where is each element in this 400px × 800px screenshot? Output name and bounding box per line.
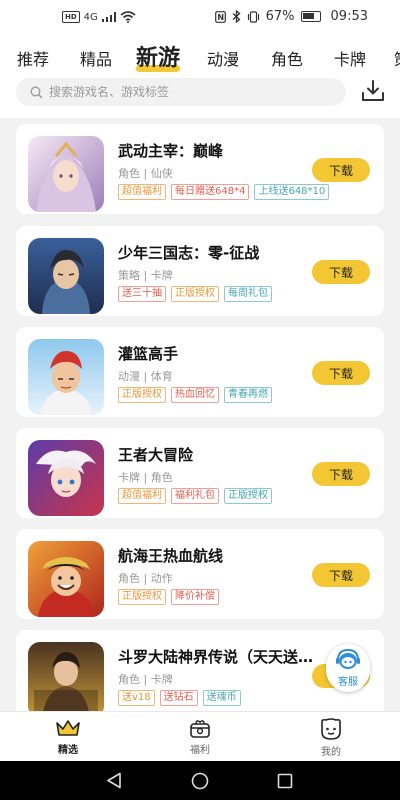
- game-tags: 送v18 送钻石 送魂币: [118, 690, 241, 706]
- game-tags: 送三十抽 正版授权 每周礼包: [118, 286, 272, 302]
- game-card[interactable]: 灌篮高手 动漫 | 体育 正版授权 热血回忆 青春再燃 下载: [16, 327, 384, 417]
- game-title: 斗罗大陆神界传说（天天送…: [118, 648, 314, 666]
- game-category: 角色 | 卡牌: [118, 673, 173, 686]
- game-tag: 送三十抽: [118, 286, 166, 302]
- bluetooth-icon: [232, 10, 241, 23]
- game-title: 航海王热血航线: [118, 547, 224, 565]
- customer-service-label: 客服: [338, 677, 358, 688]
- game-category: 卡牌 | 角色: [118, 471, 173, 484]
- game-thumbnail: [28, 541, 104, 617]
- crown-icon: [56, 720, 80, 736]
- search-icon: [30, 86, 43, 98]
- game-tag: 送钻石: [159, 690, 198, 706]
- game-card[interactable]: 航海王热血航线 角色 | 动作 正版授权 降价补偿 下载: [16, 529, 384, 619]
- battery-icon: [300, 11, 321, 22]
- game-thumbnail: [28, 238, 104, 314]
- tab-overflow-partial[interactable]: 策: [394, 46, 400, 70]
- game-card[interactable]: 王者大冒险 卡牌 | 角色 超值福利 福利礼包 正版授权 下载: [16, 428, 384, 518]
- game-tags: 超值福利 每日赠送648*4 上线送648*10: [118, 184, 330, 200]
- game-thumbnail: [28, 339, 104, 415]
- bottom-navigation: 精选 福利 我的: [0, 711, 400, 761]
- game-tag: 送v18: [118, 690, 155, 706]
- game-category: 策略 | 卡牌: [118, 269, 173, 282]
- back-icon[interactable]: [106, 772, 122, 789]
- game-title: 武动主宰：巅峰: [118, 142, 224, 160]
- game-card[interactable]: 武动主宰：巅峰 角色 | 仙侠 超值福利 每日赠送648*4 上线送648*10…: [16, 124, 384, 214]
- download-manager-icon[interactable]: [360, 78, 386, 104]
- game-category: 角色 | 动作: [118, 572, 173, 585]
- game-tag: 上线送648*10: [254, 184, 330, 200]
- nav-label: 我的: [321, 747, 341, 758]
- tab-anime[interactable]: 动漫: [207, 46, 239, 70]
- game-tag: 每日赠送648*4: [171, 184, 250, 200]
- download-button[interactable]: 下载: [312, 158, 370, 182]
- tab-card[interactable]: 卡牌: [334, 46, 366, 70]
- game-thumbnail: [28, 440, 104, 516]
- game-tag: 降价补偿: [171, 589, 219, 605]
- game-thumbnail: [28, 642, 104, 718]
- customer-service-button[interactable]: 客服: [326, 644, 370, 692]
- tab-recommend[interactable]: 推荐: [17, 46, 49, 70]
- search-input[interactable]: [49, 85, 309, 99]
- wifi-icon: [120, 11, 136, 23]
- network-type: 4G: [83, 11, 98, 23]
- home-icon[interactable]: [191, 772, 209, 790]
- game-tag: 正版授权: [118, 589, 166, 605]
- game-tag: 青春再燃: [224, 387, 272, 403]
- download-button[interactable]: 下载: [312, 563, 370, 587]
- nav-item-welfare[interactable]: 福利: [165, 718, 235, 756]
- nav-label: 精选: [58, 745, 78, 756]
- svg-text:N: N: [217, 13, 224, 22]
- game-tags: 超值福利 福利礼包 正版授权: [118, 488, 272, 504]
- game-tag: 超值福利: [118, 184, 166, 200]
- download-button[interactable]: 下载: [312, 462, 370, 486]
- download-button[interactable]: 下载: [312, 260, 370, 284]
- signal-indicators: HD 4G: [62, 11, 136, 23]
- robot-face-icon: [336, 648, 360, 669]
- game-tag: 热血回忆: [171, 387, 219, 403]
- game-title: 少年三国志：零-征战: [118, 244, 260, 262]
- game-tag: 正版授权: [224, 488, 272, 504]
- game-card[interactable]: 少年三国志：零-征战 策略 | 卡牌 送三十抽 正版授权 每周礼包 下载: [16, 226, 384, 316]
- search-bar[interactable]: [16, 78, 346, 106]
- system-navigation-bar: [0, 761, 400, 800]
- game-category: 动漫 | 体育: [118, 370, 173, 383]
- game-thumbnail: [28, 136, 104, 212]
- nav-item-profile[interactable]: 我的: [296, 718, 366, 758]
- tab-role[interactable]: 角色: [271, 46, 303, 70]
- vibrate-icon: [247, 10, 259, 23]
- game-category: 角色 | 仙侠: [118, 167, 173, 180]
- game-tags: 正版授权 降价补偿: [118, 589, 219, 605]
- search-row: [0, 78, 400, 118]
- smiley-face-icon: [321, 718, 341, 740]
- nfc-icon: N: [214, 10, 226, 23]
- nav-item-featured[interactable]: 精选: [33, 718, 103, 756]
- download-button[interactable]: 下载: [312, 361, 370, 385]
- status-bar: HD 4G N 67% 09:53: [0, 0, 400, 36]
- tab-featured[interactable]: 精品: [80, 46, 112, 70]
- signal-icon: [101, 12, 116, 22]
- game-tag: 每周礼包: [224, 286, 272, 302]
- hd-icon: HD: [62, 11, 80, 23]
- clock: 09:53: [330, 9, 368, 24]
- game-tag: 正版授权: [118, 387, 166, 403]
- system-indicators: N 67% 09:53: [214, 9, 368, 24]
- game-tag: 福利礼包: [171, 488, 219, 504]
- game-tags: 正版授权 热血回忆 青春再燃: [118, 387, 272, 403]
- game-tag: 送魂币: [202, 690, 241, 706]
- game-title: 王者大冒险: [118, 446, 194, 464]
- gift-box-icon: [190, 720, 210, 738]
- recent-apps-icon[interactable]: [277, 773, 293, 789]
- tab-new-games[interactable]: 新游: [136, 40, 180, 72]
- game-tag: 正版授权: [171, 286, 219, 302]
- nav-label: 福利: [190, 745, 210, 756]
- game-title: 灌篮高手: [118, 345, 179, 363]
- battery-percent: 67%: [265, 9, 295, 24]
- game-tag: 超值福利: [118, 488, 166, 504]
- category-tabs: 推荐 精品 新游 动漫 角色 卡牌 策: [0, 36, 400, 78]
